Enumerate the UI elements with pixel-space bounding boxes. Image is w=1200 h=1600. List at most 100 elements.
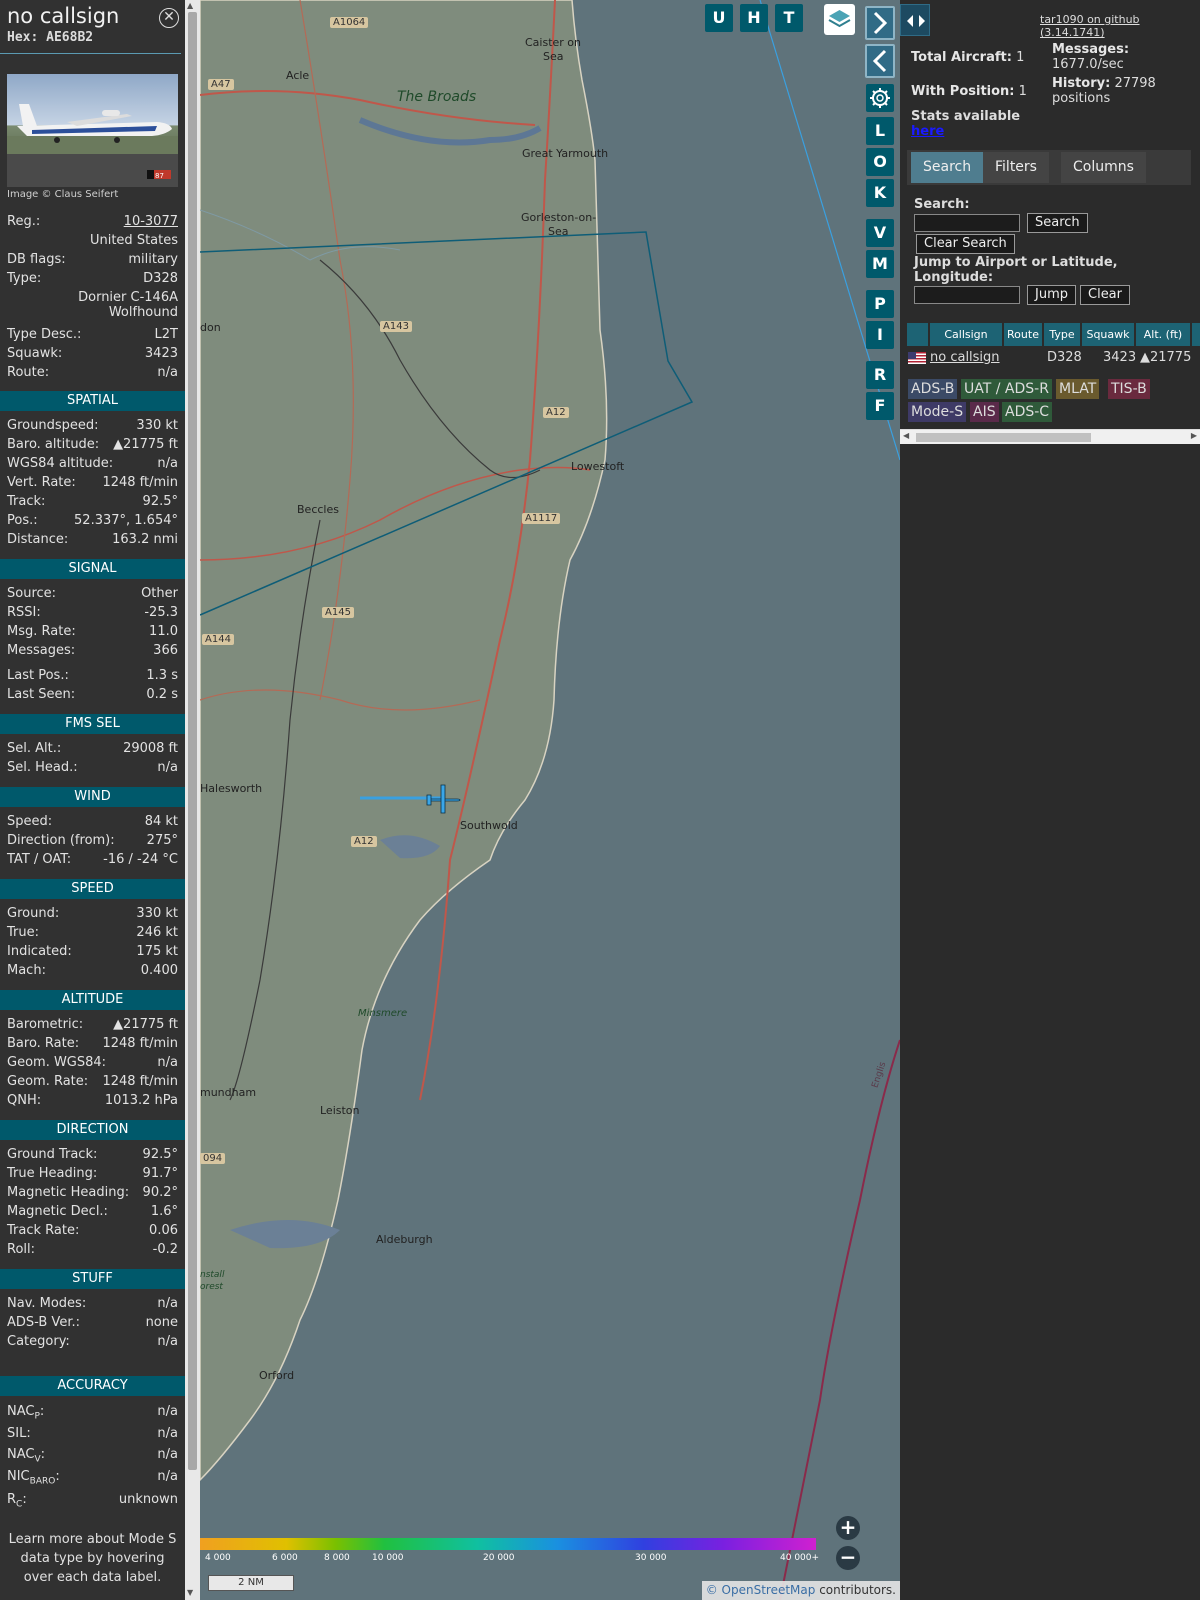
aircraft-marker-icon[interactable] <box>425 783 461 815</box>
tab-search[interactable]: Search <box>911 152 984 183</box>
map-button-v[interactable]: V <box>866 219 894 247</box>
section-accuracy-header[interactable]: ACCURACY <box>0 1376 185 1396</box>
scroll-up-icon[interactable]: ▲ <box>187 1 193 10</box>
info-label[interactable]: Baro. altitude: <box>7 437 99 452</box>
table-header-type[interactable]: Type <box>1044 323 1080 346</box>
info-label[interactable]: Msg. Rate: <box>7 624 76 639</box>
chevron-left-icon[interactable] <box>865 44 895 78</box>
tab-filters[interactable]: Filters <box>983 152 1049 183</box>
table-scroll-thumb[interactable] <box>916 433 1091 442</box>
info-label[interactable]: Indicated: <box>7 944 72 959</box>
info-label[interactable]: NACP: <box>7 1404 44 1422</box>
info-label[interactable]: SIL: <box>7 1426 31 1441</box>
info-label[interactable]: Geom. WGS84: <box>7 1055 106 1070</box>
info-label[interactable]: Track Rate: <box>7 1223 79 1238</box>
info-label[interactable]: NACV: <box>7 1447 45 1465</box>
section-speed-header[interactable]: SPEED <box>0 879 185 899</box>
map-button-f[interactable]: F <box>866 392 894 420</box>
scroll-left-icon[interactable]: ◀ <box>903 431 909 440</box>
info-label[interactable]: Baro. Rate: <box>7 1036 79 1051</box>
chevron-right-icon[interactable] <box>865 6 895 40</box>
scroll-right-icon[interactable]: ▶ <box>1191 431 1197 440</box>
info-label[interactable]: True Heading: <box>7 1166 97 1181</box>
info-label[interactable]: Geom. Rate: <box>7 1074 88 1089</box>
table-header-route[interactable]: Route <box>1004 323 1042 346</box>
map-button-m[interactable]: M <box>866 250 894 278</box>
info-label[interactable]: Direction (from): <box>7 833 115 848</box>
sidebar-scrollbar[interactable]: ▲ ▼ <box>185 0 200 1600</box>
info-label[interactable]: Ground Track: <box>7 1147 97 1162</box>
badge-ais[interactable]: AIS <box>970 402 999 422</box>
info-label[interactable]: Ground: <box>7 906 59 921</box>
map-view[interactable]: A1064 Caister on Sea A47 Acle The Broads… <box>200 0 900 1600</box>
table-horizontal-scrollbar[interactable]: ◀ ▶ <box>900 429 1200 444</box>
expand-collapse-icon[interactable] <box>900 4 930 36</box>
table-header-callsign[interactable]: Callsign <box>930 323 1002 346</box>
info-label[interactable]: Last Seen: <box>7 687 75 702</box>
table-header-squawk[interactable]: Squawk <box>1082 323 1134 346</box>
map-button-r[interactable]: R <box>866 361 894 389</box>
map-button-o[interactable]: O <box>866 148 894 176</box>
info-label[interactable]: Distance: <box>7 532 68 547</box>
scroll-down-icon[interactable]: ▼ <box>187 1588 193 1597</box>
info-label[interactable]: RC: <box>7 1492 27 1510</box>
badge-uat-adsr[interactable]: UAT / ADS-R <box>961 379 1052 399</box>
info-label[interactable]: QNH: <box>7 1093 41 1108</box>
row-callsign-link[interactable]: no callsign <box>930 350 1000 365</box>
reg-link[interactable]: 10-3077 <box>124 214 178 229</box>
gear-icon[interactable] <box>866 84 894 112</box>
info-label[interactable]: Speed: <box>7 814 52 829</box>
badge-adsb[interactable]: ADS-B <box>908 379 958 399</box>
section-direction-header[interactable]: DIRECTION <box>0 1120 185 1140</box>
info-label[interactable]: NICBARO: <box>7 1469 60 1487</box>
section-fms-header[interactable]: FMS SEL <box>0 714 185 734</box>
search-button[interactable]: Search <box>1027 213 1088 233</box>
info-label[interactable]: Nav. Modes: <box>7 1296 86 1311</box>
info-label[interactable]: Magnetic Decl.: <box>7 1204 108 1219</box>
info-label[interactable]: Last Pos.: <box>7 668 69 683</box>
layers-icon[interactable] <box>824 4 855 35</box>
map-button-u[interactable]: U <box>705 4 733 32</box>
github-link[interactable]: tar1090 on github (3.14.1741) <box>1040 13 1200 39</box>
clear-button[interactable]: Clear <box>1080 285 1130 305</box>
tab-columns[interactable]: Columns <box>1061 152 1146 183</box>
badge-adsc[interactable]: ADS-C <box>1002 402 1053 422</box>
info-label[interactable]: RSSI: <box>7 605 41 620</box>
table-header-altitude[interactable]: Alt. (ft) <box>1136 323 1190 346</box>
info-label[interactable]: Barometric: <box>7 1017 83 1032</box>
info-label[interactable]: ADS-B Ver.: <box>7 1315 80 1330</box>
aircraft-photo[interactable]: 87 <box>7 74 178 187</box>
section-spatial-header[interactable]: SPATIAL <box>0 391 185 411</box>
zoom-in-button[interactable]: + <box>836 1516 860 1540</box>
badge-tisb[interactable]: TIS-B <box>1108 379 1150 399</box>
map-button-k[interactable]: K <box>866 179 894 207</box>
section-wind-header[interactable]: WIND <box>0 787 185 807</box>
search-input[interactable] <box>914 214 1020 232</box>
info-label[interactable]: Mach: <box>7 963 46 978</box>
map-button-h[interactable]: H <box>740 4 768 32</box>
map-button-l[interactable]: L <box>866 117 894 145</box>
info-label[interactable]: Roll: <box>7 1242 35 1257</box>
info-label[interactable]: True: <box>7 925 39 940</box>
info-label[interactable]: Pos.: <box>7 513 38 528</box>
info-label[interactable]: Messages: <box>7 643 75 658</box>
info-label[interactable]: Source: <box>7 586 56 601</box>
sidebar-scroll-thumb[interactable] <box>188 12 197 1470</box>
info-label[interactable]: WGS84 altitude: <box>7 456 113 471</box>
clear-search-button[interactable]: Clear Search <box>916 234 1015 254</box>
info-label[interactable]: Magnetic Heading: <box>7 1185 129 1200</box>
section-altitude-header[interactable]: ALTITUDE <box>0 990 185 1010</box>
info-label[interactable]: Groundspeed: <box>7 418 98 433</box>
info-label[interactable]: Sel. Alt.: <box>7 741 61 756</box>
jump-input[interactable] <box>914 286 1020 304</box>
map-button-t[interactable]: T <box>775 4 803 32</box>
info-label[interactable]: Track: <box>7 494 45 509</box>
info-label[interactable]: TAT / OAT: <box>7 852 71 867</box>
badge-mlat[interactable]: MLAT <box>1056 379 1100 399</box>
info-label[interactable]: Category: <box>7 1334 70 1349</box>
map-button-i[interactable]: I <box>866 321 894 349</box>
jump-button[interactable]: Jump <box>1027 285 1076 305</box>
close-icon[interactable]: ✕ <box>159 8 179 28</box>
stats-here-link[interactable]: here <box>911 124 944 139</box>
zoom-out-button[interactable]: − <box>836 1546 860 1570</box>
